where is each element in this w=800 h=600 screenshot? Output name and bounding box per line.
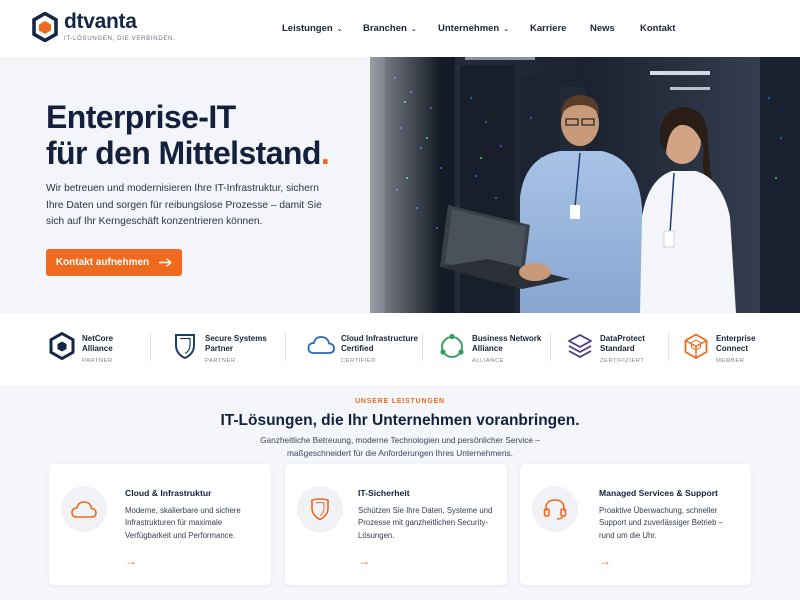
partner-name: Secure Systems Partner <box>205 334 267 353</box>
partner-type: ZERTIFIZIERT <box>600 358 645 364</box>
cloud-icon <box>71 501 97 518</box>
hero-description: Wir betreuen und modernisieren Ihre IT-I… <box>46 183 322 227</box>
headset-icon <box>543 499 567 520</box>
nav-item-karriere[interactable]: Karriere <box>530 23 566 34</box>
partner-type: PARTNER <box>82 358 113 364</box>
partner-type: ALLIANCE <box>472 358 505 364</box>
chevron-down-icon: ⌄ <box>336 26 343 33</box>
services-section: UNSERE LEISTUNGEN IT-Lösungen, die Ihr U… <box>0 385 800 600</box>
partner-type: PARTNER <box>205 358 236 364</box>
service-card-security[interactable]: IT-Sicherheit Schützen Sie Ihre Daten, S… <box>285 464 507 585</box>
nav-label: Unternehmen <box>438 23 500 34</box>
service-card-managed-services[interactable]: Managed Services & Support Proaktive Übe… <box>520 464 751 585</box>
partner-type: MEMBER <box>716 358 745 364</box>
partner-type: CERTIFIED <box>341 358 376 364</box>
services-eyebrow: UNSERE LEISTUNGEN <box>355 398 445 405</box>
hero-title-dot: . <box>320 135 330 171</box>
nav-label: Branchen <box>363 23 407 34</box>
nav-label: Leistungen <box>282 23 333 34</box>
services-subtitle-line1: Ganzheitliche Betreuung, moderne Technol… <box>260 435 540 445</box>
hexagon-icon <box>49 332 75 360</box>
services-title: IT-Lösungen, die Ihr Unternehmen voranbr… <box>220 412 580 429</box>
chevron-down-icon: ⌄ <box>410 26 417 33</box>
divider <box>422 333 423 361</box>
cta-label: Kontakt aufnehmen <box>55 257 150 268</box>
partner-name: Enterprise Connect <box>716 334 756 353</box>
nav-label: News <box>590 23 615 34</box>
service-text: Proaktive Überwachung, schneller Support… <box>599 506 723 540</box>
arrow-right-icon[interactable]: → <box>125 554 137 568</box>
services-subtitle: Ganzheitliche Betreuung, moderne Technol… <box>0 434 800 459</box>
hero-title-line2: für den Mittelstand <box>46 135 321 171</box>
network-icon <box>440 333 464 358</box>
nav-item-kontakt[interactable]: Kontakt <box>640 23 675 34</box>
partner-name: NetCore Alliance <box>82 334 114 353</box>
chevron-down-icon: ⌄ <box>503 26 510 33</box>
arrow-right-icon[interactable]: → <box>599 554 611 568</box>
services-subtitle-line2: maßgeschneidert für die Anforderungen Ih… <box>287 447 513 458</box>
divider <box>668 333 669 361</box>
service-text: Moderne, skalierbare und sichere Infrast… <box>125 506 241 540</box>
nav-label: Karriere <box>530 23 567 34</box>
partner-name: Cloud Infrastructure Certified <box>341 334 418 353</box>
nav-item-leistungen[interactable]: Leistungen ⌄ <box>282 23 343 34</box>
hero-title-line1: Enterprise-IT <box>46 99 236 135</box>
divider <box>550 333 551 361</box>
layers-icon <box>568 334 592 358</box>
nav-item-unternehmen[interactable]: Unternehmen ⌄ <box>438 23 509 34</box>
shield-icon <box>175 334 195 360</box>
hero-section: Enterprise-IT für den Mittelstand. Wir b… <box>0 57 800 313</box>
site-header: dtvanta IT-LÖSUNGEN, DIE VERBINDEN. Leis… <box>0 0 800 57</box>
service-text: Schützen Sie Ihre Daten, Systeme und Pro… <box>358 506 493 540</box>
divider <box>285 333 286 361</box>
nav-label: Kontakt <box>640 23 676 34</box>
main-nav: Leistungen ⌄ Branchen ⌄ Unternehmen ⌄ Karri… <box>0 0 800 57</box>
shield-icon <box>311 498 329 521</box>
partner-logos-bar: NetCore Alliance PARTNER Secure Systems … <box>0 313 800 385</box>
nav-item-news[interactable]: News <box>590 23 615 34</box>
service-icon-wrap <box>532 486 578 532</box>
partner-name: Business Network Alliance <box>472 334 542 353</box>
cloud-icon <box>307 336 335 354</box>
arrow-right-icon[interactable]: → <box>358 554 370 568</box>
nav-item-branchen[interactable]: Branchen ⌄ <box>363 23 417 34</box>
service-icon-wrap <box>297 486 343 532</box>
service-title: Cloud & Infrastruktur <box>125 488 212 498</box>
contact-cta-button[interactable]: Kontakt aufnehmen <box>46 249 182 276</box>
cube-icon <box>684 333 708 360</box>
service-title: Managed Services & Support <box>599 488 718 498</box>
service-card-cloud[interactable]: Cloud & Infrastruktur Moderne, skalierba… <box>49 464 271 585</box>
hero-title: Enterprise-IT für den Mittelstand. <box>46 99 330 171</box>
service-title: IT-Sicherheit <box>358 488 410 498</box>
arrow-right-icon <box>159 258 172 267</box>
service-icon-wrap <box>61 486 107 532</box>
divider <box>150 333 151 361</box>
